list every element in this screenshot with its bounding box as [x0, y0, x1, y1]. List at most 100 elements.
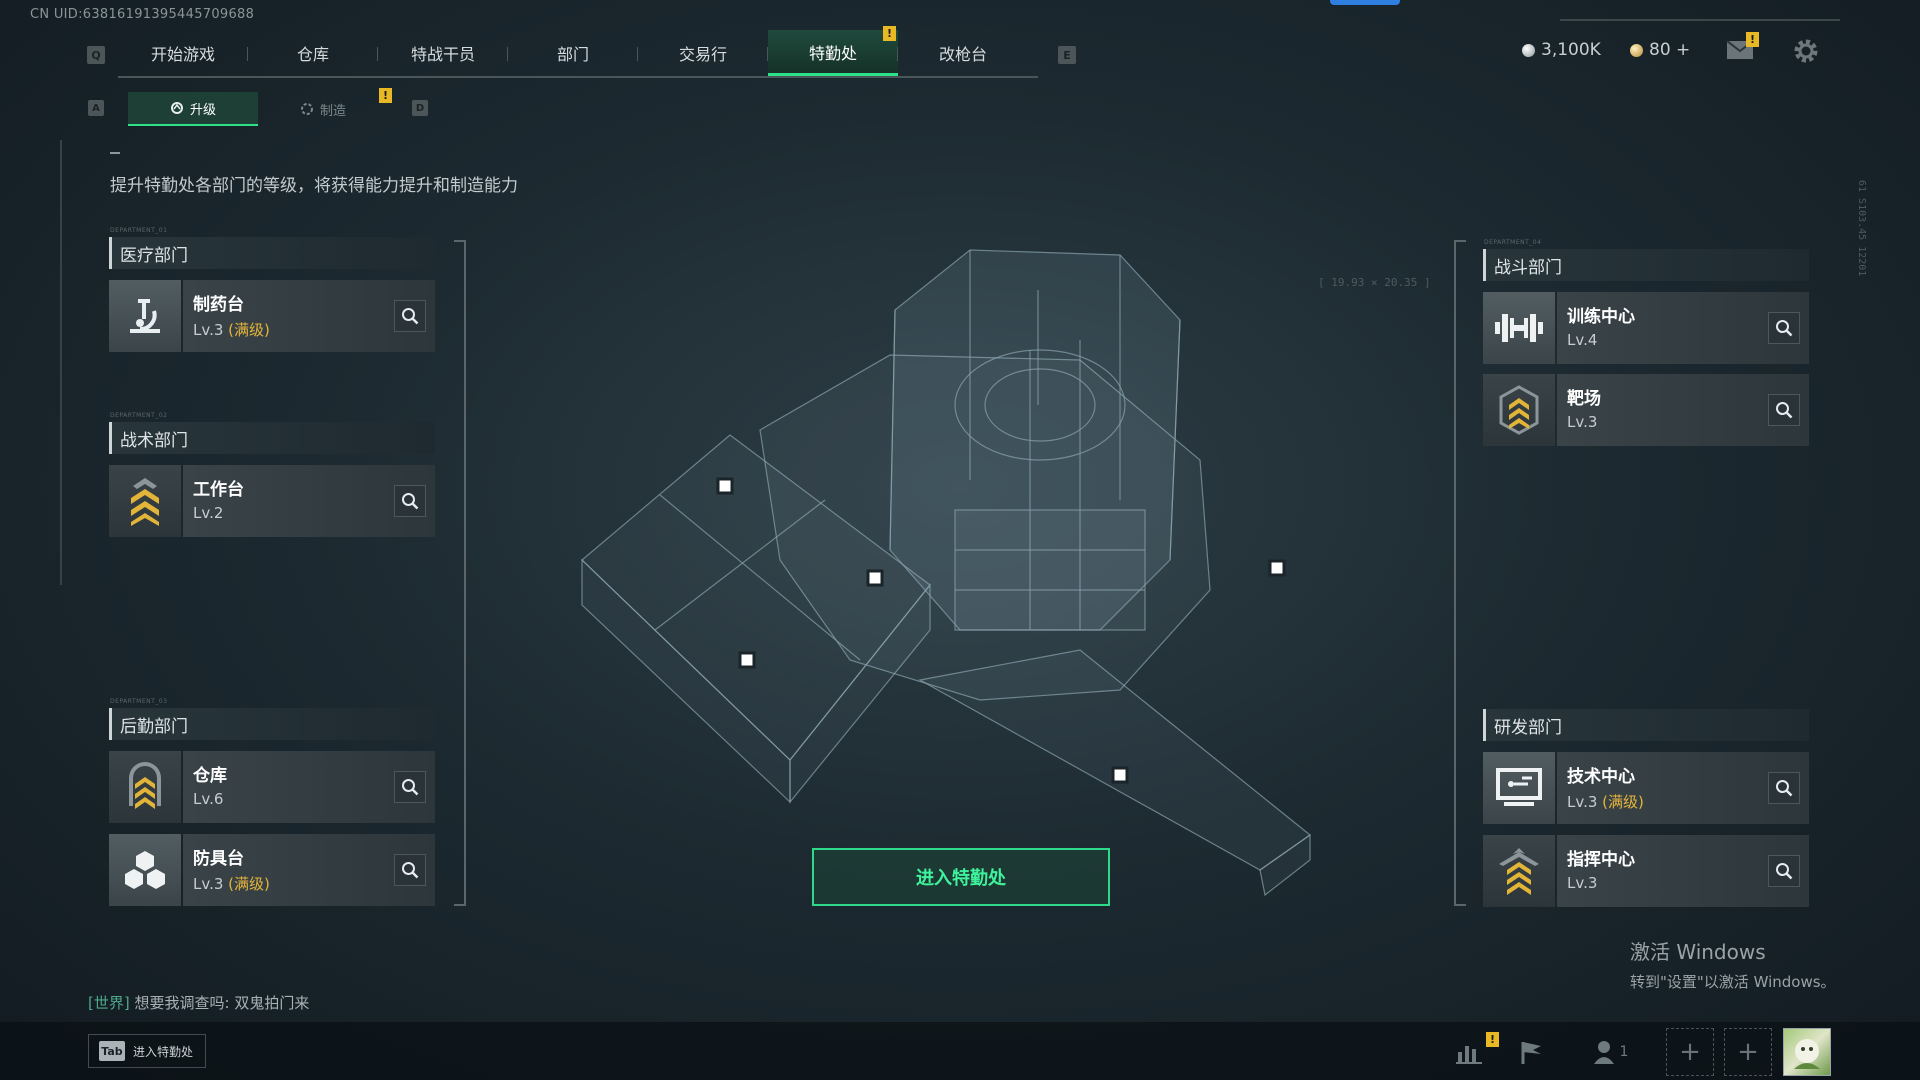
inspect-button[interactable]: [1768, 312, 1800, 344]
bar-chart-icon: [1456, 1046, 1482, 1064]
max-level-badge: (满级): [228, 321, 270, 339]
settings-button[interactable]: [1792, 37, 1820, 65]
silver-currency[interactable]: 3,100K: [1522, 40, 1601, 60]
facility-level: Lv.4: [1567, 331, 1598, 349]
rank-chevron-icon: [109, 751, 181, 823]
stats-button[interactable]: !: [1450, 1032, 1499, 1068]
facility-level: Lv.3: [193, 321, 224, 339]
facility-name: 指挥中心: [1567, 850, 1635, 870]
dept-tag: DEPARTMENT_02: [110, 412, 168, 419]
subtab-next-key-hint: D: [412, 100, 428, 116]
tab-gunsmith[interactable]: 改枪台: [898, 30, 1028, 76]
search-icon: [1776, 863, 1793, 880]
search-icon: [1776, 320, 1793, 337]
tab-key-hint: Tab: [99, 1041, 125, 1061]
subtab-upgrade[interactable]: 升级: [128, 92, 258, 126]
max-level-badge: (满级): [1602, 793, 1644, 811]
rank-chevron-icon: [1483, 835, 1555, 907]
silver-coin-icon: [1522, 43, 1535, 57]
special-ops-building-model[interactable]: [560, 230, 1340, 930]
top-nav: 开始游戏 仓库 特战干员 部门 交易行 特勤处 ! 改枪台: [118, 26, 1038, 78]
hotspot-marker[interactable]: [716, 477, 734, 495]
hotspot-marker[interactable]: [1111, 766, 1129, 784]
top-divider: [1560, 19, 1840, 21]
facility-card-training-center[interactable]: 训练中心 Lv.4: [1483, 292, 1809, 364]
right-panel-bracket: [1454, 240, 1466, 906]
dept-tag: DEPARTMENT_03: [110, 698, 168, 705]
nav-next-key-hint: E: [1058, 46, 1076, 64]
tab-department[interactable]: 部门: [508, 30, 638, 76]
search-icon: [1776, 402, 1793, 419]
mail-button[interactable]: !: [1726, 32, 1759, 62]
dept-tag: DEPARTMENT_01: [110, 227, 168, 234]
player-uid: CN UID:63816191395445709688: [30, 7, 255, 22]
gold-currency[interactable]: 80 +: [1630, 40, 1690, 60]
friends-icon: [1593, 1041, 1614, 1064]
inspect-button[interactable]: [1768, 855, 1800, 887]
enter-special-ops-button[interactable]: 进入特勤处: [812, 848, 1110, 906]
tab-start-game[interactable]: 开始游戏: [118, 30, 248, 76]
hotspot-marker[interactable]: [738, 651, 756, 669]
inspect-button[interactable]: [394, 771, 426, 803]
desc-marker: [110, 152, 120, 154]
facility-card-command-center[interactable]: 指挥中心 Lv.3: [1483, 835, 1809, 907]
facility-name: 训练中心: [1567, 307, 1635, 327]
cubes-icon: [109, 834, 181, 906]
tab-exchange[interactable]: 交易行: [638, 30, 768, 76]
friends-button[interactable]: 1: [1584, 1036, 1636, 1068]
facility-name: 防具台: [193, 849, 244, 869]
add-party-slot[interactable]: +: [1666, 1028, 1714, 1076]
tab-operators[interactable]: 特战干员: [378, 30, 508, 76]
search-icon: [1776, 780, 1793, 797]
monitor-icon: [1483, 752, 1555, 824]
gear-icon: [1794, 39, 1818, 63]
facility-level: Lv.3: [1567, 793, 1598, 811]
inspect-button[interactable]: [394, 854, 426, 886]
hotspot-marker[interactable]: [1268, 559, 1286, 577]
world-chat-line[interactable]: [世界] 想要我调查吗: 双鬼拍门来: [88, 992, 309, 1013]
windows-activation-watermark: 激活 Windows 转到"设置"以激活 Windows。: [1630, 940, 1836, 991]
tab-warehouse[interactable]: 仓库: [248, 30, 378, 76]
subtabs: 升级 制造 !: [128, 88, 392, 126]
facility-card-armor-bench[interactable]: 防具台 Lv.3 (满级): [109, 834, 435, 906]
facility-card-shooting-range[interactable]: 靶场 Lv.3: [1483, 374, 1809, 446]
subtab-prev-key-hint: A: [88, 100, 104, 116]
top-indicator: [1330, 0, 1400, 5]
subtab-craft[interactable]: 制造 !: [258, 88, 392, 126]
gold-coin-icon: [1630, 43, 1643, 57]
inspect-button[interactable]: [1768, 772, 1800, 804]
page-description: 提升特勤处各部门的等级，将获得能力提升和制造能力: [110, 176, 518, 196]
player-avatar[interactable]: [1783, 1028, 1831, 1076]
tab-special-ops[interactable]: 特勤处 !: [768, 26, 898, 76]
facility-card-warehouse[interactable]: 仓库 Lv.6: [109, 751, 435, 823]
friends-count: 1: [1619, 1044, 1629, 1060]
facility-card-pharmacy[interactable]: 制药台 Lv.3 (满级): [109, 280, 435, 352]
facility-card-tech-center[interactable]: 技术中心 Lv.3 (满级): [1483, 752, 1809, 824]
inspect-button[interactable]: [394, 485, 426, 517]
nav-prev-key-hint: Q: [87, 46, 105, 64]
plus-icon: +: [1737, 1037, 1759, 1067]
tab-enter-hint[interactable]: Tab 进入特勤处: [88, 1034, 206, 1068]
search-icon: [402, 779, 419, 796]
dept-tag: DEPARTMENT_04: [1484, 239, 1542, 246]
facility-name: 技术中心: [1567, 767, 1635, 787]
warning-badge: !: [1746, 32, 1759, 47]
plus-icon: +: [1679, 1037, 1701, 1067]
dept-title-logistics: 后勤部门: [109, 708, 435, 740]
hotspot-marker[interactable]: [866, 569, 884, 587]
rank-chevron-icon: [1483, 374, 1555, 446]
left-edge-line: [60, 140, 62, 585]
craft-icon: [300, 103, 313, 115]
rank-chevron-icon: [109, 465, 181, 537]
flag-button[interactable]: [1512, 1036, 1552, 1068]
inspect-button[interactable]: [394, 300, 426, 332]
add-party-slot[interactable]: +: [1724, 1028, 1772, 1076]
inspect-button[interactable]: [1768, 394, 1800, 426]
warning-badge: !: [379, 88, 392, 103]
facility-level: Lv.3: [1567, 413, 1598, 431]
search-icon: [402, 308, 419, 325]
facility-level: Lv.2: [193, 504, 224, 522]
max-level-badge: (满级): [228, 875, 270, 893]
warning-badge: !: [883, 26, 896, 41]
facility-card-workbench[interactable]: 工作台 Lv.2: [109, 465, 435, 537]
